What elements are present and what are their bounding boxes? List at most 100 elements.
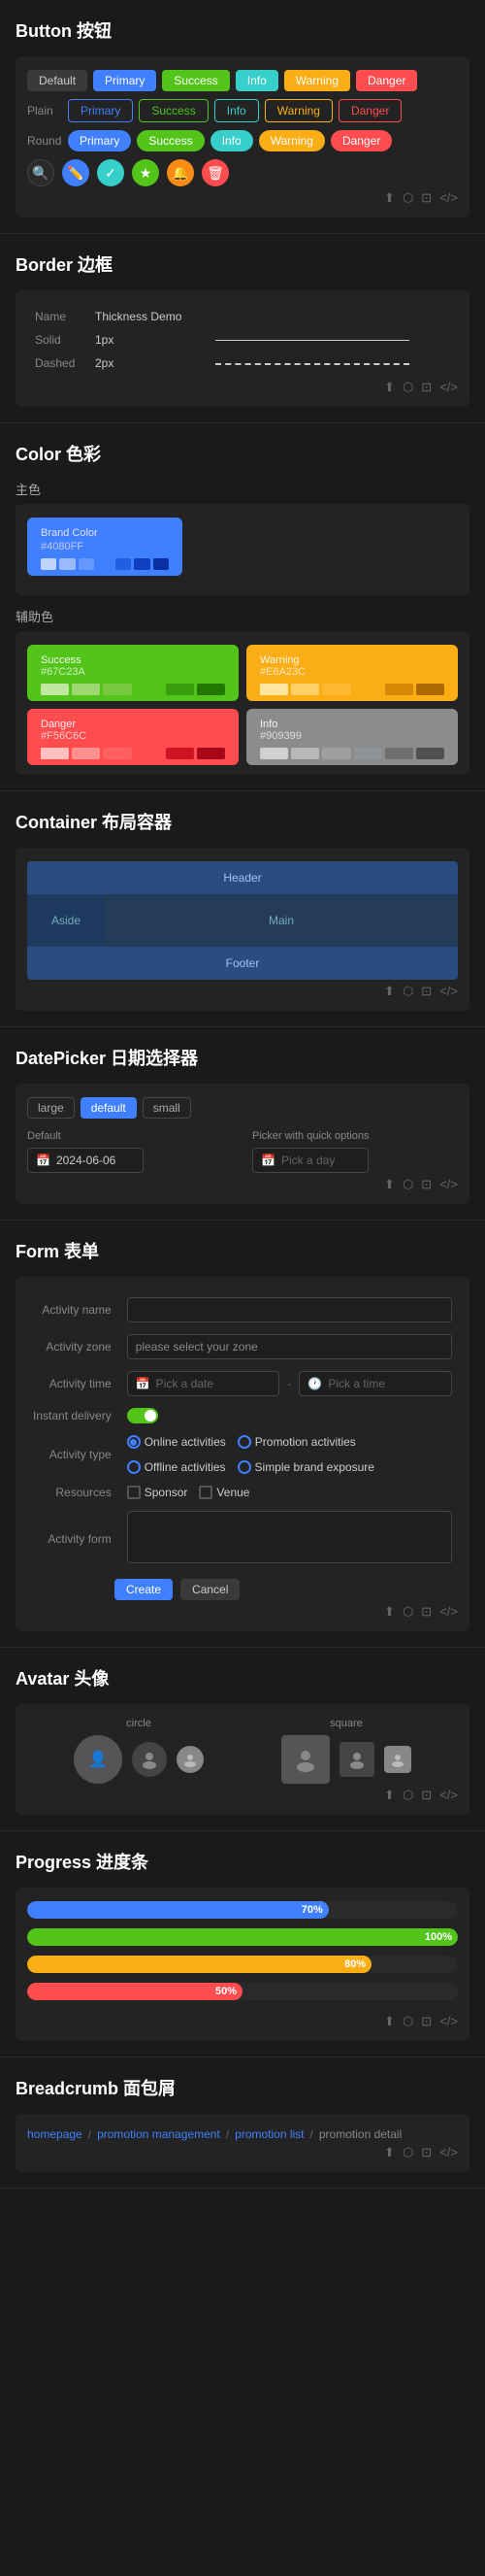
avatar-circle-small [177,1746,204,1773]
btn-plain-warning[interactable]: Warning [265,99,333,122]
promotion-radio[interactable]: Promotion activities [238,1435,356,1449]
date-picker-input[interactable]: 📅 Pick a date [127,1371,280,1396]
activity-form-textarea[interactable] [127,1511,452,1563]
toolbar-icon-c[interactable]: ⊡ [421,984,432,999]
toolbar-icon-a[interactable]: ⬆ [384,984,395,999]
instant-delivery-toggle[interactable] [127,1408,158,1423]
check-icon-circle[interactable]: ✓ [97,159,124,186]
progress-fill-2: 100% [27,1928,458,1946]
plain-label: Plain [27,104,62,117]
brand-radio[interactable]: Simple brand exposure [238,1460,374,1474]
btn-primary[interactable]: Primary [93,70,156,91]
toolbar-icon-1[interactable]: ⬆ [384,380,395,395]
venue-label: Venue [216,1486,249,1499]
toolbar-icon-3[interactable]: ⊡ [421,380,432,395]
trash-icon-circle[interactable]: 🗑 [202,159,229,186]
star-icon-circle[interactable]: ★ [132,159,159,186]
toolbar-icon-4[interactable]: </> [439,380,458,395]
btn-plain-success[interactable]: Success [139,99,208,122]
search-icon-circle[interactable]: 🔍 [27,159,54,186]
sponsor-checkbox [127,1486,141,1499]
toolbar-icon-g[interactable]: ⊡ [421,1177,432,1192]
toolbar-icon-l[interactable]: </> [439,1604,458,1620]
button-round-row: Round Primary Success Info Warning Dange… [27,130,458,151]
toolbar-icon-m[interactable]: ⬆ [384,1788,395,1803]
create-button[interactable]: Create [114,1579,173,1600]
btn-danger[interactable]: Danger [356,70,417,91]
toolbar-icon-q[interactable]: ⬆ [384,2014,395,2029]
activity-type-cell: Online activities Promotion activities O… [123,1430,456,1479]
dp-tab-default[interactable]: default [81,1097,137,1119]
breadcrumb-item-2[interactable]: promotion management [97,2127,220,2141]
toolbar-icon-2[interactable]: ⬡ [403,380,413,395]
form-btn-row: Create Cancel [114,1579,458,1600]
toolbar-icon-p[interactable]: </> [439,1788,458,1803]
offline-label: Offline activities [145,1460,226,1474]
toolbar-icon-j[interactable]: ⬡ [403,1604,413,1620]
progress-bg-4: 50% [27,1983,458,2000]
toolbar-icon-x[interactable]: </> [439,2145,458,2160]
dp-picker-input[interactable]: 📅 Pick a day [252,1148,369,1173]
time-picker-input[interactable]: 🕐 Pick a time [299,1371,452,1396]
btn-round-primary[interactable]: Primary [68,130,131,151]
toolbar-icon-r[interactable]: ⬡ [403,2014,413,2029]
toolbar-code-icon[interactable]: </> [439,190,458,206]
toolbar-copy-icon[interactable]: ⬡ [403,190,413,206]
breadcrumb-item-1[interactable]: homepage [27,2127,82,2141]
btn-success[interactable]: Success [162,70,229,91]
toolbar-expand-icon[interactable]: ⊡ [421,190,432,206]
toolbar-icon-o[interactable]: ⊡ [421,1788,432,1803]
resources-label: Resources [29,1481,121,1504]
table-row: Resources Sponsor Venue [29,1481,456,1504]
date-placeholder: Pick a date [156,1377,213,1390]
btn-info[interactable]: Info [236,70,278,91]
btn-round-info[interactable]: Info [210,130,253,151]
cancel-button[interactable]: Cancel [180,1579,240,1600]
dp-default-input[interactable]: 📅 2024-06-06 [27,1148,144,1173]
btn-plain-info[interactable]: Info [214,99,259,122]
toolbar-icon-i[interactable]: ⬆ [384,1604,395,1620]
toolbar-icon-v[interactable]: ⬡ [403,2145,413,2160]
dp-inputs-row: Default 📅 2024-06-06 Picker with quick o… [27,1130,458,1173]
toolbar-icon-b[interactable]: ⬡ [403,984,413,999]
btn-plain-danger[interactable]: Danger [339,99,402,122]
toolbar-icon-s[interactable]: ⊡ [421,2014,432,2029]
toolbar-bookmark-icon[interactable]: ⬆ [384,190,395,206]
btn-default[interactable]: Default [27,70,87,91]
toolbar-icon-u[interactable]: ⬆ [384,2145,395,2160]
activity-zone-label: Activity zone [29,1329,121,1364]
toolbar-icon-t[interactable]: </> [439,2014,458,2029]
btn-round-danger[interactable]: Danger [331,130,392,151]
btn-round-success[interactable]: Success [137,130,204,151]
dp-tab-large[interactable]: large [27,1097,75,1119]
border-solid-line [210,329,456,351]
bell-icon-circle[interactable]: 🔔 [167,159,194,186]
toolbar-icon-d[interactable]: </> [439,984,458,999]
btn-round-warning[interactable]: Warning [259,130,325,151]
toolbar-icon-f[interactable]: ⬡ [403,1177,413,1192]
dp-default-value: 2024-06-06 [56,1154,115,1167]
w-swatch-6 [416,684,444,695]
sponsor-check[interactable]: Sponsor [127,1486,188,1499]
activity-name-input[interactable] [127,1297,452,1322]
toolbar-icon-e[interactable]: ⬆ [384,1177,395,1192]
edit-icon-circle[interactable]: ✏️ [62,159,89,186]
toolbar-icon-n[interactable]: ⬡ [403,1788,413,1803]
btn-plain-primary[interactable]: Primary [68,99,133,122]
dp-tab-small[interactable]: small [143,1097,191,1119]
toolbar-icon-w[interactable]: ⊡ [421,2145,432,2160]
datepicker-toolbar: ⬆ ⬡ ⊡ </> [27,1173,458,1194]
breadcrumb-sep-1: / [88,2127,91,2141]
d-swatch-1 [41,748,69,759]
toolbar-icon-k[interactable]: ⊡ [421,1604,432,1620]
progress-bar-2: 100% [27,1928,458,1946]
toolbar-icon-h[interactable]: </> [439,1177,458,1192]
venue-check[interactable]: Venue [199,1486,249,1499]
breadcrumb-item-3[interactable]: promotion list [235,2127,304,2141]
btn-warning[interactable]: Warning [284,70,350,91]
button-plain-row: Plain Primary Success Info Warning Dange… [27,99,458,122]
offline-radio[interactable]: Offline activities [127,1460,226,1474]
online-radio[interactable]: Online activities [127,1435,226,1449]
activity-zone-select[interactable]: please select your zone [127,1334,452,1359]
i-swatch-6 [416,748,444,759]
